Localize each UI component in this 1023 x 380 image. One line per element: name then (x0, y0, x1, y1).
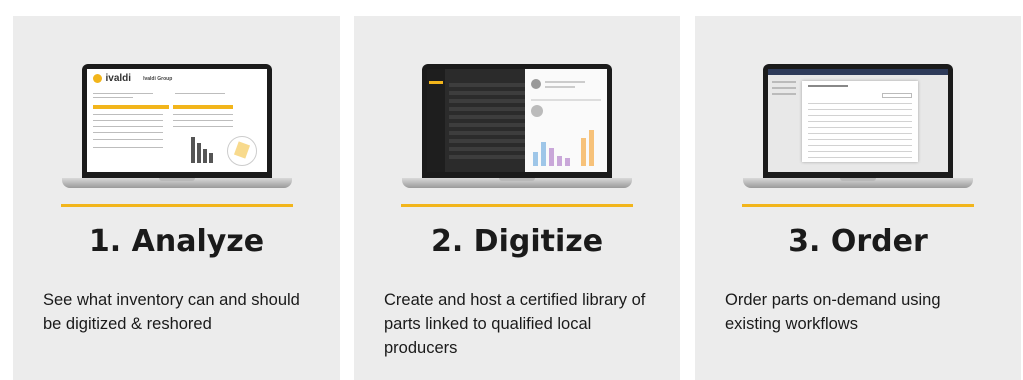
step-card-order: 3. Order Order parts on-demand using exi… (695, 16, 1021, 380)
step-card-analyze: ivaldi Ivaldi Group 1. Analyze See what … (13, 16, 340, 380)
laptop-base (743, 178, 973, 188)
report-title: Ivaldi Group (143, 75, 173, 82)
step-description: Create and host a certified library of p… (384, 291, 646, 357)
laptop-illustration: ivaldi Ivaldi Group (61, 64, 292, 188)
order-modal (802, 81, 918, 162)
accent-divider (60, 204, 293, 207)
laptop-base (402, 178, 632, 188)
ivaldi-logo-icon (92, 74, 102, 83)
step-description: See what inventory can and should be dig… (43, 291, 300, 333)
laptop-illustration (743, 64, 973, 188)
logo-text: ivaldi (105, 73, 132, 84)
dashboard-screen (427, 69, 607, 172)
part-detail-panel (525, 69, 607, 172)
accent-divider (401, 204, 633, 207)
laptop-lid (763, 64, 953, 178)
radar-chart-thumbnail (226, 136, 257, 166)
laptop-lid (422, 64, 612, 178)
step-title: 1. Analyze (88, 224, 265, 259)
laptop-lid: ivaldi Ivaldi Group (81, 64, 272, 178)
accent-divider (742, 204, 974, 207)
step-title: 2. Digitize (430, 224, 604, 259)
step-card-digitize: 2. Digitize Create and host a certified … (354, 16, 680, 380)
laptop-illustration (402, 64, 632, 188)
laptop-base (61, 178, 292, 188)
step-description: Order parts on-demand using existing wor… (725, 291, 941, 333)
order-screen (768, 69, 948, 172)
report-screen: ivaldi Ivaldi Group (86, 69, 267, 172)
step-title: 3. Order (788, 224, 928, 259)
